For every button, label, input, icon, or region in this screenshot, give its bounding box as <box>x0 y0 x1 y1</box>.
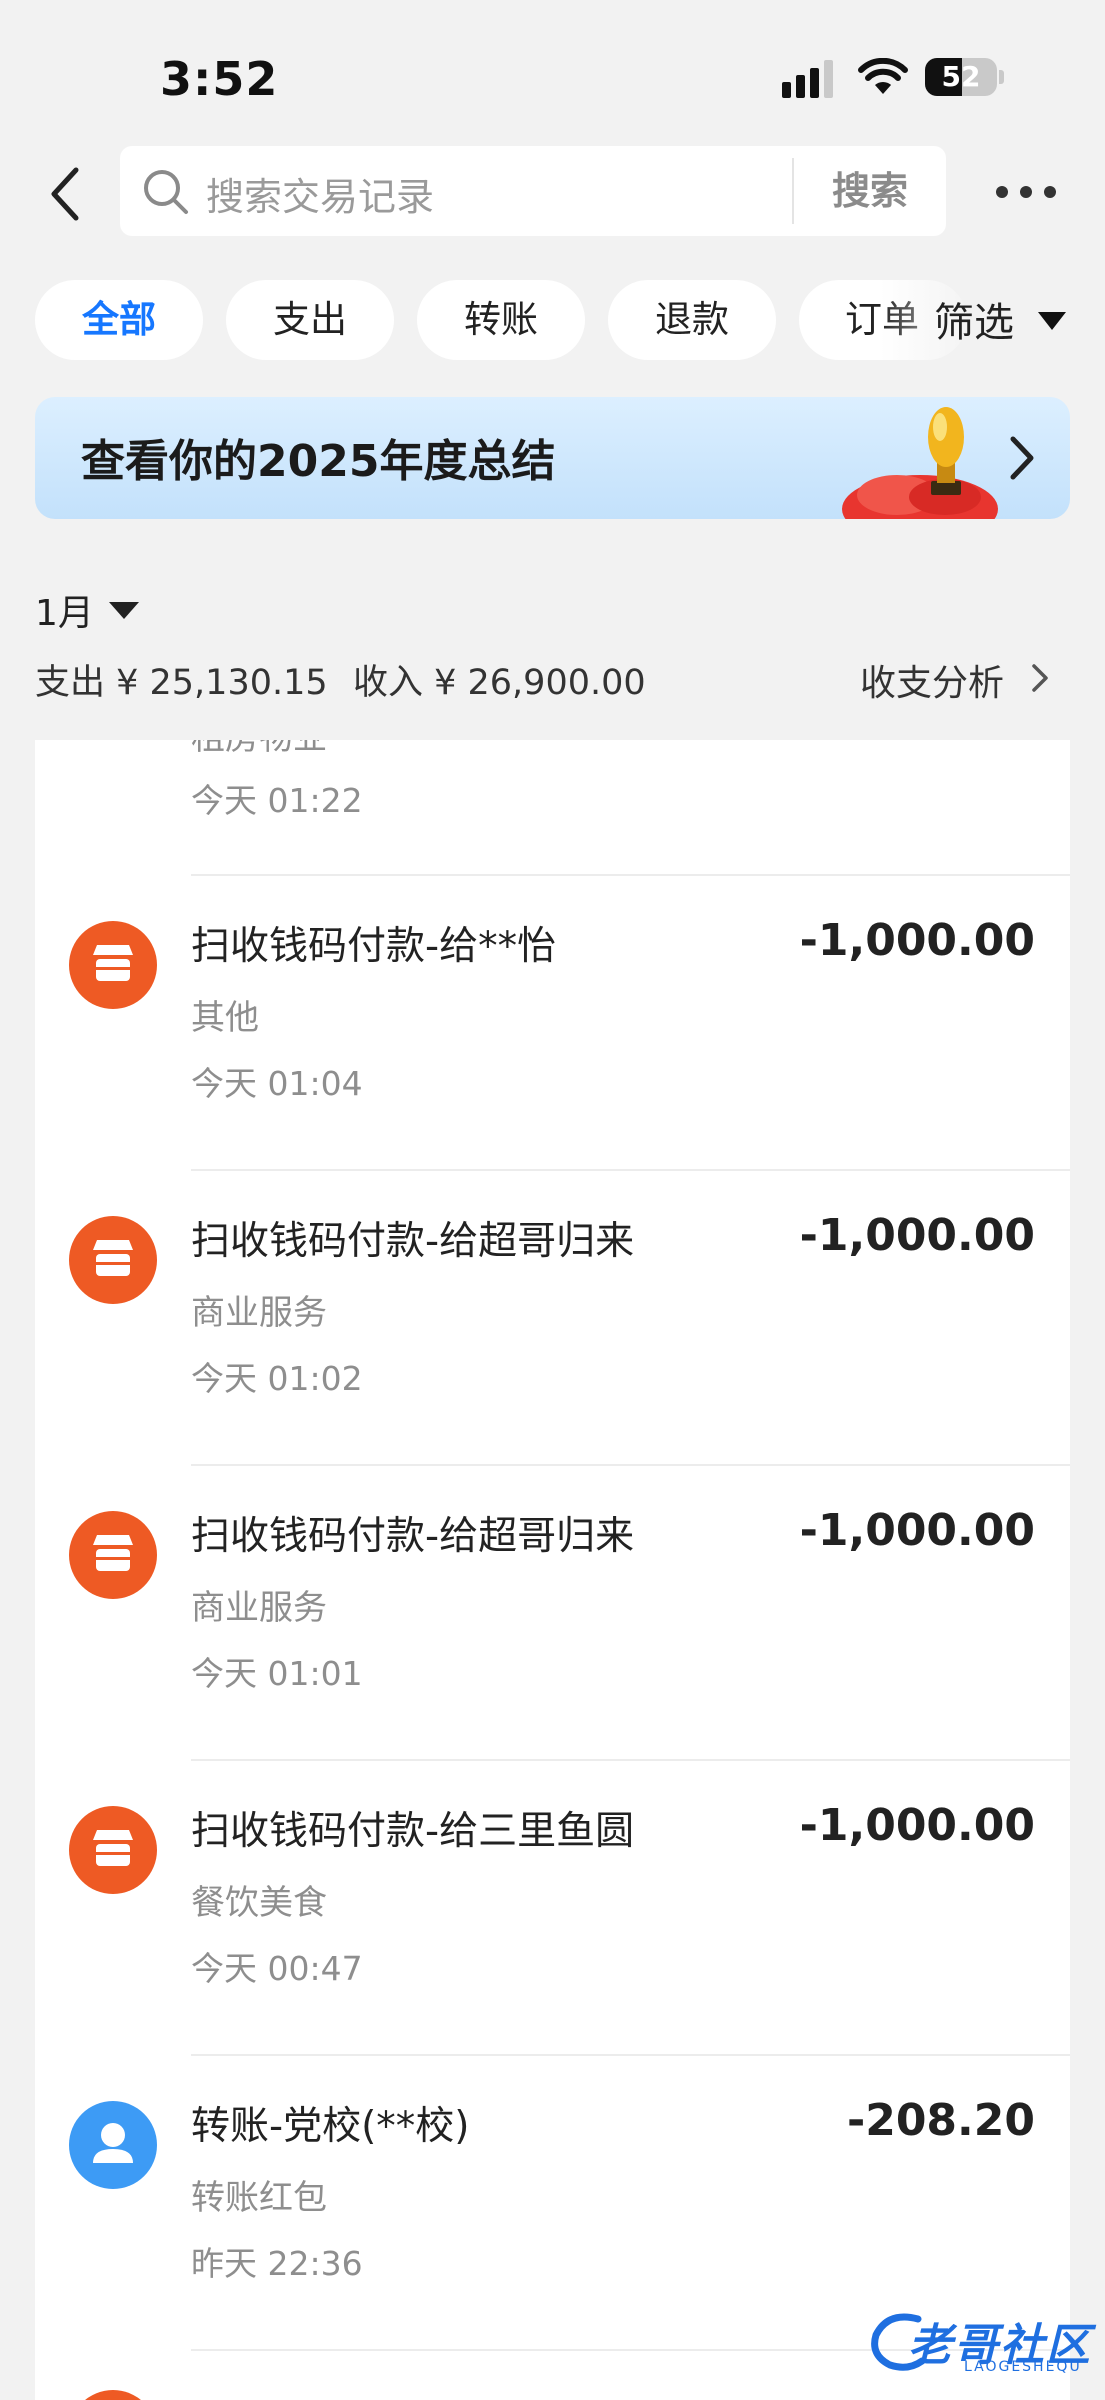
transaction-amount: -1,000.00 <box>799 1800 1035 1851</box>
transaction-title: 扫收钱码付款-给超哥归来 <box>191 1219 635 1264</box>
chip-transfer[interactable]: 转账 <box>417 280 585 360</box>
search-placeholder: 搜索交易记录 <box>206 175 435 219</box>
filter-caret-icon[interactable] <box>1038 312 1066 330</box>
transaction-amount: -1,000.00 <box>799 915 1035 966</box>
list-item[interactable]: 扫收钱码付款-给超哥归来 -1,000.00 商业服务 今天 01:01 <box>35 1465 1070 1760</box>
list-item[interactable]: 扫收钱码付款-给**怡 -1,000.00 其他 今天 01:04 <box>35 875 1070 1170</box>
watermark-subtext: LAOGESHEQU <box>964 2359 1082 2375</box>
chevron-right-icon <box>1010 436 1034 480</box>
transaction-time: 今天 01:01 <box>191 1654 363 1693</box>
annual-summary-banner[interactable]: 查看你的2025年度总结 <box>35 397 1070 519</box>
transaction-time: 昨天 22:36 <box>191 2244 363 2283</box>
transaction-category: 商业服务 <box>191 1588 327 1628</box>
search-input[interactable]: 搜索交易记录 搜索 <box>120 146 946 236</box>
transaction-title: 扫收钱码付款-给**怡 <box>191 924 557 969</box>
transaction-category: 餐饮美食 <box>191 1883 327 1923</box>
banner-title: 查看你的2025年度总结 <box>81 436 556 487</box>
battery-tip <box>999 70 1004 84</box>
chip-refund[interactable]: 退款 <box>608 280 776 360</box>
transaction-title: 转账-党校(**校) <box>191 2104 470 2149</box>
transaction-time: 今天 00:47 <box>191 1949 363 1988</box>
transaction-amount: -1,000.00 <box>799 1210 1035 1261</box>
list-item[interactable]: 扫收钱码付款-给三里鱼圆 -1,000.00 餐饮美食 今天 00:47 <box>35 1760 1070 2055</box>
filter-button[interactable]: 筛选 <box>934 290 1014 348</box>
search-button[interactable]: 搜索 <box>794 146 946 236</box>
person-icon <box>69 2101 157 2189</box>
more-icon[interactable] <box>996 180 1056 204</box>
shop-icon <box>69 921 157 1009</box>
chip-expense[interactable]: 支出 <box>226 280 394 360</box>
month-caret-icon[interactable] <box>109 602 139 619</box>
shop-icon <box>69 1511 157 1599</box>
wifi-icon <box>858 58 908 94</box>
list-item[interactable]: 扫收钱码付款-给超哥归来 -1,000.00 商业服务 今天 01:02 <box>35 1170 1070 1465</box>
list-item-time: 今天 01:22 <box>191 781 363 820</box>
transaction-amount: -1,000.00 <box>799 1505 1035 1556</box>
shop-icon <box>69 2390 157 2400</box>
back-icon[interactable] <box>42 164 92 224</box>
transaction-time: 今天 01:04 <box>191 1064 363 1103</box>
transaction-title: 扫收钱码付款-给三里鱼圆 <box>191 1809 635 1854</box>
shop-icon <box>69 1216 157 1304</box>
battery-icon: 52 <box>925 58 997 96</box>
status-bar: 3:52 52 <box>0 0 1105 150</box>
watermark-logo: 老哥社区 LAOGESHEQU <box>868 2305 1093 2380</box>
battery-level: 52 <box>941 60 981 93</box>
cellular-signal-icon <box>782 60 833 98</box>
status-time: 3:52 <box>160 52 279 106</box>
expense-total: 支出 ¥ 25,130.15 <box>35 663 328 703</box>
chevron-right-icon[interactable] <box>1030 662 1050 694</box>
transaction-amount: -208.20 <box>846 2095 1035 2146</box>
analysis-link[interactable]: 收支分析 <box>860 654 1004 706</box>
chip-all[interactable]: 全部 <box>35 280 203 360</box>
transaction-category: 其他 <box>191 998 259 1038</box>
transaction-time: 今天 01:02 <box>191 1359 363 1398</box>
shop-icon <box>69 1806 157 1894</box>
transaction-category: 转账红包 <box>191 2178 327 2218</box>
income-total: 收入 ¥ 26,900.00 <box>353 663 646 703</box>
transaction-category: 商业服务 <box>191 1293 327 1333</box>
trophy-icon <box>842 407 998 519</box>
list-item-category: 租房物业 <box>191 740 327 759</box>
month-selector[interactable]: 1月 <box>35 584 94 636</box>
transaction-list: 租房物业 今天 01:22 扫收钱码付款-给**怡 -1,000.00 其他 今… <box>35 740 1070 2400</box>
transaction-title: 扫收钱码付款-给超哥归来 <box>191 1514 635 1559</box>
search-icon <box>144 170 188 214</box>
